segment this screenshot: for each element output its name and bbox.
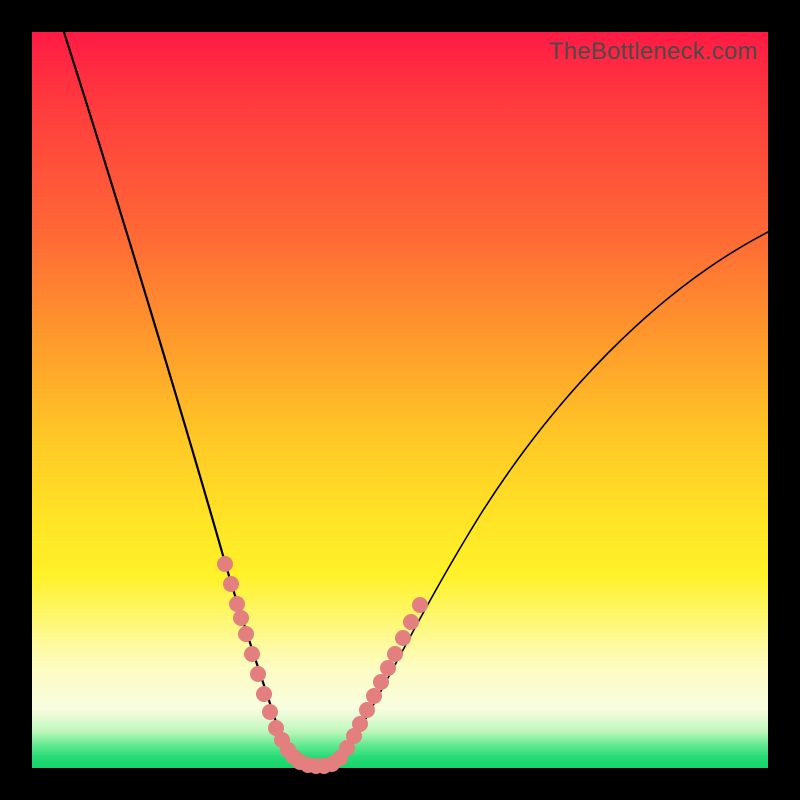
highlight-dot	[387, 646, 403, 662]
highlight-dot	[256, 686, 272, 702]
highlight-dot	[352, 716, 368, 732]
plot-area: TheBottleneck.com	[32, 32, 768, 768]
highlight-dot	[359, 702, 375, 718]
highlight-dot	[250, 666, 266, 682]
highlight-dots-group	[217, 556, 428, 774]
highlight-dot	[412, 597, 428, 613]
highlight-dot	[238, 626, 254, 642]
highlight-dot	[395, 630, 411, 646]
curve-svg	[32, 32, 768, 768]
highlight-dot	[217, 556, 233, 572]
highlight-dot	[244, 646, 260, 662]
highlight-dot	[366, 688, 382, 704]
highlight-dot	[229, 596, 245, 612]
highlight-dot	[373, 674, 389, 690]
highlight-dot	[403, 614, 419, 630]
highlight-dot	[262, 704, 278, 720]
curve-left-branch	[62, 26, 316, 767]
highlight-dot	[380, 660, 396, 676]
highlight-dot	[233, 610, 249, 626]
highlight-dot	[223, 576, 239, 592]
outer-frame: TheBottleneck.com	[0, 0, 800, 800]
